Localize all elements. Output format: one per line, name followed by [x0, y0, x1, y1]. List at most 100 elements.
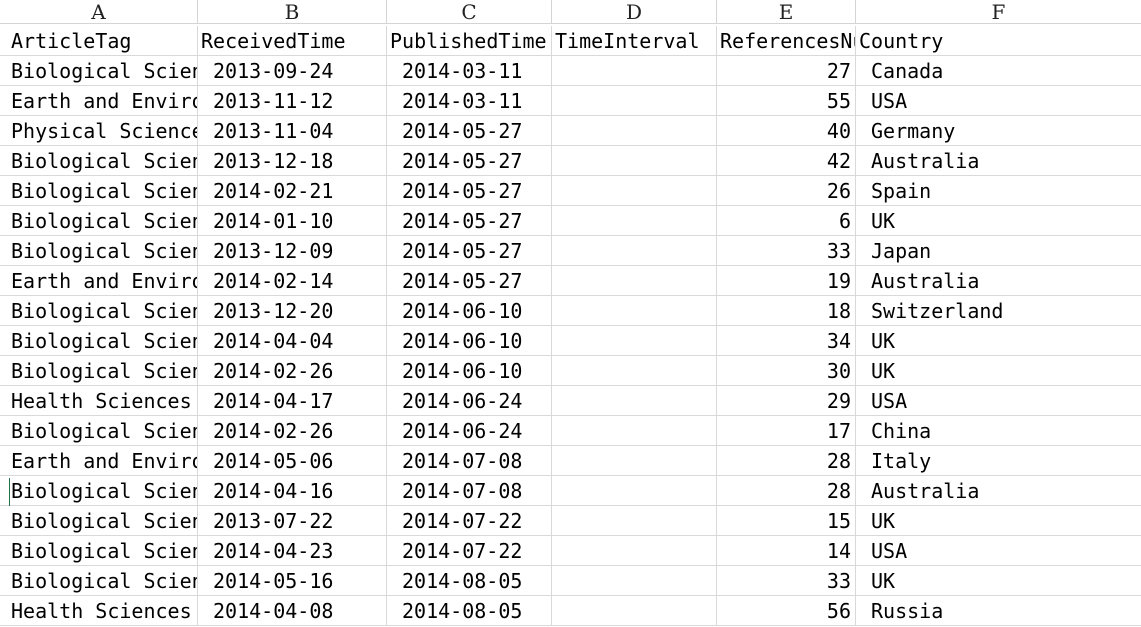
- cell-receivedtime[interactable]: 2014-04-16: [198, 476, 387, 506]
- cell-articletag[interactable]: Biological Sciences: [0, 566, 198, 596]
- cell-receivedtime[interactable]: 2013-11-12: [198, 86, 387, 116]
- cell-referencesnumber[interactable]: 42: [717, 146, 856, 176]
- cell-publishedtime[interactable]: 2014-03-11: [387, 86, 552, 116]
- cell-timeinterval[interactable]: [552, 86, 717, 116]
- cell-country[interactable]: China: [856, 416, 1141, 446]
- cell-country[interactable]: Germany: [856, 116, 1141, 146]
- cell-country[interactable]: Italy: [856, 446, 1141, 476]
- cell-receivedtime[interactable]: 2014-02-21: [198, 176, 387, 206]
- cell-timeinterval[interactable]: [552, 536, 717, 566]
- cell-receivedtime[interactable]: 2014-02-26: [198, 416, 387, 446]
- cell-receivedtime[interactable]: 2013-12-18: [198, 146, 387, 176]
- column-header-d[interactable]: D: [552, 0, 717, 24]
- cell-timeinterval[interactable]: [552, 236, 717, 266]
- header-cell-publishedtime[interactable]: PublishedTime: [387, 26, 552, 56]
- cell-articletag[interactable]: Biological Sciences: [0, 326, 198, 356]
- cell-country[interactable]: Russia: [856, 596, 1141, 626]
- cell-timeinterval[interactable]: [552, 56, 717, 86]
- cell-articletag[interactable]: Biological Sciences: [0, 296, 198, 326]
- cell-country[interactable]: UK: [856, 506, 1141, 536]
- column-header-b[interactable]: B: [198, 0, 387, 24]
- cell-articletag[interactable]: Health Sciences: [0, 386, 198, 416]
- cell-receivedtime[interactable]: 2013-11-04: [198, 116, 387, 146]
- header-cell-receivedtime[interactable]: ReceivedTime: [198, 26, 387, 56]
- cell-articletag[interactable]: Earth and Environmental Sciences: [0, 266, 198, 296]
- cell-receivedtime[interactable]: 2014-05-16: [198, 566, 387, 596]
- cell-publishedtime[interactable]: 2014-06-10: [387, 326, 552, 356]
- cell-receivedtime[interactable]: 2013-12-09: [198, 236, 387, 266]
- cell-receivedtime[interactable]: 2014-04-17: [198, 386, 387, 416]
- cell-timeinterval[interactable]: [552, 416, 717, 446]
- cell-articletag[interactable]: Biological Sciences: [0, 146, 198, 176]
- cell-publishedtime[interactable]: 2014-05-27: [387, 266, 552, 296]
- cell-timeinterval[interactable]: [552, 446, 717, 476]
- cell-referencesnumber[interactable]: 27: [717, 56, 856, 86]
- cell-receivedtime[interactable]: 2014-02-14: [198, 266, 387, 296]
- cell-publishedtime[interactable]: 2014-06-10: [387, 296, 552, 326]
- cell-timeinterval[interactable]: [552, 146, 717, 176]
- header-cell-country[interactable]: Country: [856, 26, 1141, 56]
- cell-timeinterval[interactable]: [552, 566, 717, 596]
- column-header-a[interactable]: A: [0, 0, 198, 24]
- cell-articletag[interactable]: Biological Sciences: [0, 416, 198, 446]
- cell-referencesnumber[interactable]: 14: [717, 536, 856, 566]
- cell-referencesnumber[interactable]: 30: [717, 356, 856, 386]
- cell-country[interactable]: USA: [856, 86, 1141, 116]
- cell-timeinterval[interactable]: [552, 266, 717, 296]
- cell-articletag[interactable]: Biological Sciences: [0, 176, 198, 206]
- cell-country[interactable]: UK: [856, 356, 1141, 386]
- cell-country[interactable]: USA: [856, 386, 1141, 416]
- cell-referencesnumber[interactable]: 33: [717, 566, 856, 596]
- cell-referencesnumber[interactable]: 18: [717, 296, 856, 326]
- cell-referencesnumber[interactable]: 26: [717, 176, 856, 206]
- cell-publishedtime[interactable]: 2014-05-27: [387, 146, 552, 176]
- cell-receivedtime[interactable]: 2014-01-10: [198, 206, 387, 236]
- cell-referencesnumber[interactable]: 33: [717, 236, 856, 266]
- cell-referencesnumber[interactable]: 15: [717, 506, 856, 536]
- column-header-f[interactable]: F: [856, 0, 1141, 24]
- cell-referencesnumber[interactable]: 34: [717, 326, 856, 356]
- cell-timeinterval[interactable]: [552, 386, 717, 416]
- cell-country[interactable]: Australia: [856, 146, 1141, 176]
- column-header-e[interactable]: E: [717, 0, 856, 24]
- cell-referencesnumber[interactable]: 28: [717, 476, 856, 506]
- cell-publishedtime[interactable]: 2014-06-24: [387, 416, 552, 446]
- cell-referencesnumber[interactable]: 17: [717, 416, 856, 446]
- cell-timeinterval[interactable]: [552, 476, 717, 506]
- column-header-c[interactable]: C: [387, 0, 552, 24]
- cell-country[interactable]: Spain: [856, 176, 1141, 206]
- cell-timeinterval[interactable]: [552, 206, 717, 236]
- cell-timeinterval[interactable]: [552, 176, 717, 206]
- cell-publishedtime[interactable]: 2014-03-11: [387, 56, 552, 86]
- cell-receivedtime[interactable]: 2014-04-23: [198, 536, 387, 566]
- cell-receivedtime[interactable]: 2013-09-24: [198, 56, 387, 86]
- cell-articletag[interactable]: Biological Sciences: [0, 536, 198, 566]
- cell-articletag[interactable]: Biological Sciences: [0, 56, 198, 86]
- cell-timeinterval[interactable]: [552, 356, 717, 386]
- cell-country[interactable]: Japan: [856, 236, 1141, 266]
- header-cell-timeinterval[interactable]: TimeInterval: [552, 26, 717, 56]
- cell-receivedtime[interactable]: 2014-04-04: [198, 326, 387, 356]
- cell-articletag[interactable]: Biological Sciences: [0, 206, 198, 236]
- cell-receivedtime[interactable]: 2013-07-22: [198, 506, 387, 536]
- cell-articletag[interactable]: Biological Sciences: [0, 506, 198, 536]
- cell-timeinterval[interactable]: [552, 506, 717, 536]
- cell-country[interactable]: USA: [856, 536, 1141, 566]
- cell-publishedtime[interactable]: 2014-05-27: [387, 206, 552, 236]
- cell-publishedtime[interactable]: 2014-05-27: [387, 236, 552, 266]
- cell-receivedtime[interactable]: 2014-05-06: [198, 446, 387, 476]
- cell-timeinterval[interactable]: [552, 296, 717, 326]
- cell-receivedtime[interactable]: 2014-04-08: [198, 596, 387, 626]
- cell-referencesnumber[interactable]: 40: [717, 116, 856, 146]
- cell-country[interactable]: Switzerland: [856, 296, 1141, 326]
- cell-referencesnumber[interactable]: 28: [717, 446, 856, 476]
- cell-articletag[interactable]: Biological Sciences: [0, 476, 198, 506]
- cell-country[interactable]: UK: [856, 326, 1141, 356]
- cell-publishedtime[interactable]: 2014-05-27: [387, 176, 552, 206]
- cell-referencesnumber[interactable]: 55: [717, 86, 856, 116]
- cell-publishedtime[interactable]: 2014-06-24: [387, 386, 552, 416]
- cell-publishedtime[interactable]: 2014-05-27: [387, 116, 552, 146]
- cell-country[interactable]: UK: [856, 206, 1141, 236]
- cell-publishedtime[interactable]: 2014-07-22: [387, 536, 552, 566]
- header-cell-referencesnumber[interactable]: ReferencesNu: [717, 26, 856, 56]
